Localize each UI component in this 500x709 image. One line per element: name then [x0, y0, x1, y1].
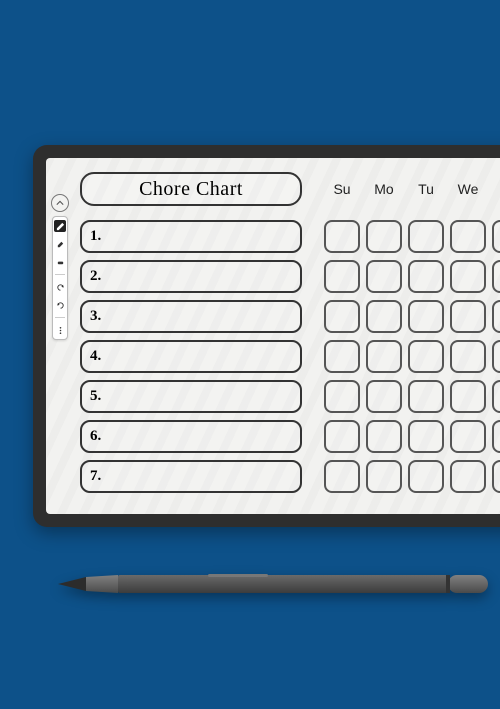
redo-button[interactable] [54, 299, 66, 311]
highlighter-icon [56, 240, 65, 249]
grid-cell[interactable] [492, 220, 500, 253]
day-header: Mo [366, 181, 402, 197]
grid-cell[interactable] [324, 300, 360, 333]
chore-row[interactable]: 4. [80, 340, 302, 373]
grid-cell[interactable] [408, 300, 444, 333]
annotation-toolbar [50, 194, 70, 340]
grid-row [324, 260, 500, 293]
chore-number: 5. [90, 388, 101, 405]
grid-cell[interactable] [324, 260, 360, 293]
grid-cell[interactable] [492, 460, 500, 493]
grid-cell[interactable] [366, 260, 402, 293]
grid-cell[interactable] [450, 380, 486, 413]
chore-number: 4. [90, 348, 101, 365]
grid-cell[interactable] [366, 300, 402, 333]
chore-number: 7. [90, 468, 101, 485]
chore-row[interactable]: 7. [80, 460, 302, 493]
chore-row[interactable]: 5. [80, 380, 302, 413]
grid-row [324, 220, 500, 253]
chore-number: 1. [90, 228, 101, 245]
redo-icon [56, 301, 65, 310]
toolbar-separator [55, 274, 65, 275]
grid-cell[interactable] [408, 340, 444, 373]
undo-button[interactable] [54, 281, 66, 293]
grid-cell[interactable] [408, 420, 444, 453]
grid-cell[interactable] [408, 260, 444, 293]
eraser-icon [56, 258, 65, 267]
tablet-screen: Chore Chart 1. 2. 3. 4. 5. 6. 7. Su Mo T… [46, 158, 500, 514]
grid-cell[interactable] [450, 220, 486, 253]
grid-cell[interactable] [450, 300, 486, 333]
grid-cell[interactable] [408, 460, 444, 493]
highlighter-tool[interactable] [54, 238, 66, 250]
grid-cell[interactable] [324, 460, 360, 493]
grid-cell[interactable] [408, 380, 444, 413]
grid-row [324, 340, 500, 373]
grid-row [324, 460, 500, 493]
grid-cell[interactable] [366, 460, 402, 493]
chore-number: 2. [90, 268, 101, 285]
more-tools-button[interactable] [54, 324, 66, 336]
day-header: Th [492, 181, 500, 197]
undo-icon [56, 283, 65, 292]
chore-row[interactable]: 3. [80, 300, 302, 333]
toolbar-separator [55, 317, 65, 318]
pen-icon [56, 222, 65, 231]
chore-row[interactable]: 1. [80, 220, 302, 253]
grid-cell[interactable] [492, 340, 500, 373]
grid-cell[interactable] [324, 420, 360, 453]
tool-strip [52, 216, 68, 340]
chore-chart-document: Chore Chart 1. 2. 3. 4. 5. 6. 7. Su Mo T… [80, 172, 500, 500]
grid-cell[interactable] [492, 300, 500, 333]
chevron-up-icon [56, 199, 64, 207]
grid-cell[interactable] [492, 380, 500, 413]
title-text: Chore Chart [139, 178, 243, 201]
grid-row [324, 420, 500, 453]
grid-cell[interactable] [366, 220, 402, 253]
grid-cell[interactable] [450, 260, 486, 293]
grid-cell[interactable] [324, 340, 360, 373]
grid-cell[interactable] [324, 380, 360, 413]
chore-list: 1. 2. 3. 4. 5. 6. 7. [80, 220, 302, 500]
chore-list-column: Chore Chart 1. 2. 3. 4. 5. 6. 7. [80, 172, 302, 500]
grid-cell[interactable] [366, 340, 402, 373]
chore-number: 6. [90, 428, 101, 445]
page-title: Chore Chart [80, 172, 302, 206]
day-header: We [450, 181, 486, 197]
grid-cell[interactable] [450, 340, 486, 373]
grid-cell[interactable] [492, 420, 500, 453]
calendar-column: Su Mo Tu We Th F [324, 172, 500, 500]
chore-grid [324, 220, 500, 500]
pen-tool[interactable] [54, 220, 66, 232]
stylus [58, 574, 488, 594]
grid-cell[interactable] [324, 220, 360, 253]
chore-row[interactable]: 2. [80, 260, 302, 293]
grid-cell[interactable] [492, 260, 500, 293]
grid-cell[interactable] [366, 380, 402, 413]
grid-cell[interactable] [366, 420, 402, 453]
grid-cell[interactable] [408, 220, 444, 253]
eraser-tool[interactable] [54, 256, 66, 268]
more-icon [56, 326, 65, 335]
grid-cell[interactable] [450, 460, 486, 493]
day-headers: Su Mo Tu We Th F [324, 172, 500, 206]
day-header: Su [324, 181, 360, 197]
chore-number: 3. [90, 308, 101, 325]
grid-row [324, 300, 500, 333]
grid-cell[interactable] [450, 420, 486, 453]
collapse-toolbar-button[interactable] [51, 194, 69, 212]
grid-row [324, 380, 500, 413]
day-header: Tu [408, 181, 444, 197]
chore-row[interactable]: 6. [80, 420, 302, 453]
tablet-frame: Chore Chart 1. 2. 3. 4. 5. 6. 7. Su Mo T… [33, 145, 500, 527]
